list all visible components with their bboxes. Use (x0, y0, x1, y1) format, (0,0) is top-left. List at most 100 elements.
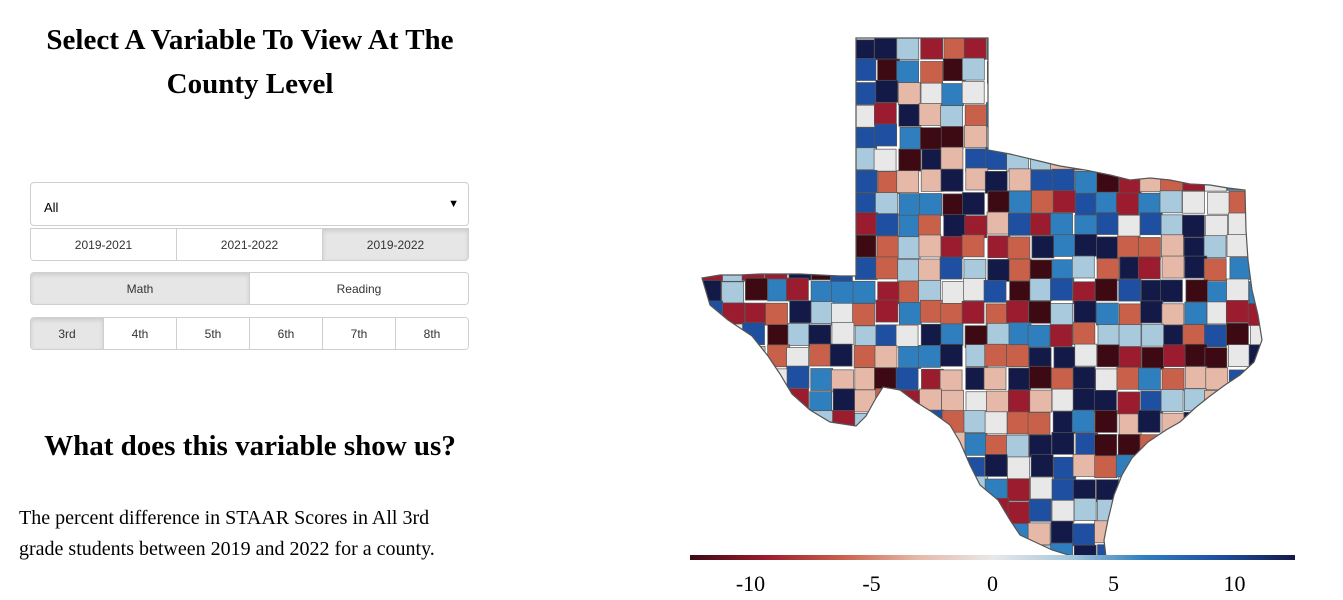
county-tile[interactable] (984, 170, 1008, 194)
county-tile[interactable] (1182, 475, 1205, 499)
county-tile[interactable] (742, 453, 765, 477)
county-tile[interactable] (986, 323, 1010, 346)
county-tile[interactable] (722, 323, 746, 347)
county-tile[interactable] (986, 37, 1010, 60)
county-tile[interactable] (1118, 500, 1142, 524)
county-tile[interactable] (919, 388, 942, 412)
county-tile[interactable] (1204, 390, 1227, 413)
county-tile[interactable] (786, 365, 810, 389)
county-tile[interactable] (1226, 322, 1249, 346)
county-tile[interactable] (1093, 149, 1117, 173)
county-tile[interactable] (1071, 409, 1095, 433)
county-tile[interactable] (1027, 522, 1051, 546)
county-tile[interactable] (1096, 103, 1119, 126)
county-tile[interactable] (789, 168, 813, 192)
county-tile[interactable] (1204, 38, 1228, 62)
county-tile[interactable] (1052, 411, 1076, 434)
county-tile[interactable] (854, 325, 878, 349)
county-tile[interactable] (1183, 38, 1207, 61)
county-tile[interactable] (919, 127, 943, 151)
county-tile[interactable] (1182, 519, 1206, 543)
grade-button-5th[interactable]: 5th (176, 318, 249, 349)
county-tile[interactable] (1161, 457, 1185, 481)
county-tile[interactable] (895, 324, 919, 348)
county-tile[interactable] (875, 213, 899, 237)
county-tile[interactable] (702, 102, 724, 125)
county-tile[interactable] (1248, 190, 1270, 213)
county-tile[interactable] (1250, 499, 1273, 523)
county-tile[interactable] (1184, 434, 1208, 457)
county-tile[interactable] (787, 102, 810, 126)
county-tile[interactable] (1029, 212, 1053, 236)
county-tile[interactable] (986, 497, 1010, 521)
county-tile[interactable] (920, 323, 944, 347)
county-tile[interactable] (743, 409, 767, 433)
county-tile[interactable] (854, 257, 878, 280)
county-tile[interactable] (832, 146, 856, 170)
county-tile[interactable] (875, 388, 899, 411)
county-tile[interactable] (723, 435, 746, 458)
county-tile[interactable] (941, 281, 965, 304)
county-tile[interactable] (963, 498, 987, 522)
county-tile[interactable] (719, 410, 743, 433)
county-tile[interactable] (700, 389, 723, 412)
county-tile[interactable] (964, 433, 988, 456)
county-tile[interactable] (700, 124, 723, 147)
county-tile[interactable] (788, 145, 812, 169)
county-tile[interactable] (766, 368, 790, 392)
county-tile[interactable] (918, 521, 942, 545)
county-tile[interactable] (721, 147, 745, 171)
county-tile[interactable] (940, 126, 964, 149)
county-tile[interactable] (939, 256, 963, 280)
county-tile[interactable] (962, 522, 986, 546)
county-tile[interactable] (809, 343, 832, 367)
county-tile[interactable] (1248, 388, 1271, 411)
county-tile[interactable] (961, 57, 985, 81)
county-tile[interactable] (1051, 479, 1075, 502)
county-tile[interactable] (1137, 60, 1161, 84)
county-tile[interactable] (1185, 103, 1208, 126)
county-tile[interactable] (1140, 80, 1164, 104)
county-tile[interactable] (829, 343, 853, 367)
county-tile[interactable] (701, 433, 724, 457)
county-tile[interactable] (1008, 190, 1032, 214)
county-tile[interactable] (920, 61, 943, 84)
county-tile[interactable] (1028, 498, 1052, 522)
county-tile[interactable] (1184, 255, 1208, 279)
county-tile[interactable] (1049, 124, 1073, 148)
county-tile[interactable] (789, 211, 813, 235)
county-tile[interactable] (1097, 324, 1121, 347)
county-tile[interactable] (1117, 214, 1141, 238)
county-tile[interactable] (723, 81, 746, 105)
county-tile[interactable] (875, 79, 899, 103)
county-tile[interactable] (942, 431, 966, 455)
county-tile[interactable] (874, 38, 897, 61)
county-tile[interactable] (1095, 191, 1119, 215)
year-button-2019-2022[interactable]: 2019-2022 (322, 229, 468, 260)
county-tile[interactable] (698, 322, 721, 346)
county-tile[interactable] (1138, 367, 1161, 391)
county-tile[interactable] (1118, 346, 1142, 370)
county-tile[interactable] (1250, 454, 1273, 478)
county-tile[interactable] (721, 498, 744, 522)
county-tile[interactable] (1049, 324, 1073, 347)
county-tile[interactable] (699, 475, 722, 499)
county-tile[interactable] (1251, 145, 1274, 169)
county-tile[interactable] (899, 127, 923, 150)
county-tile[interactable] (852, 280, 876, 304)
county-tile[interactable] (1008, 168, 1032, 192)
county-tile[interactable] (899, 454, 923, 478)
county-tile[interactable] (833, 454, 857, 478)
county-tile[interactable] (898, 148, 922, 172)
county-tile[interactable] (983, 279, 1007, 303)
county-tile[interactable] (1050, 277, 1073, 301)
county-tile[interactable] (940, 236, 964, 259)
subject-button-reading[interactable]: Reading (249, 273, 468, 304)
county-tile[interactable] (1074, 170, 1098, 194)
county-tile[interactable] (763, 236, 787, 260)
county-tile[interactable] (1184, 60, 1208, 83)
county-tile[interactable] (766, 58, 790, 82)
county-tile[interactable] (943, 476, 966, 499)
county-tile[interactable] (720, 38, 744, 61)
county-tile[interactable] (852, 435, 876, 458)
